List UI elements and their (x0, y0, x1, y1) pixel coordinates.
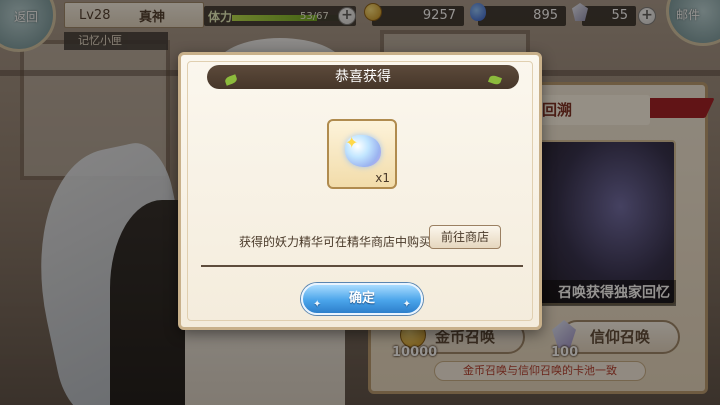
reward-item-slot[interactable]: ✦ x1 (327, 119, 397, 189)
confirm-button[interactable]: ✦ 确定 ✦ (301, 283, 423, 315)
sparkle-icon: ✦ (313, 299, 322, 310)
go-to-shop-button[interactable]: 前往商店 (429, 225, 501, 249)
reward-info-text: 获得的妖力精华可在精华商店中购买 (239, 235, 432, 249)
leaf-icon (223, 74, 239, 86)
dialog-header: 恭喜获得 (207, 65, 519, 89)
dialog-divider (201, 265, 523, 267)
sparkle-icon: ✦ (345, 133, 359, 152)
reward-dialog: 恭喜获得 ✦ x1 获得的妖力精华可在精华商店中购买 前往商店 ✦ 确定 ✦ (178, 52, 542, 330)
sparkle-icon: ✦ (402, 299, 411, 310)
confirm-label: 确定 (348, 291, 375, 306)
item-quantity: x1 (375, 171, 390, 185)
dialog-title: 恭喜获得 (335, 69, 391, 85)
leaf-icon (487, 74, 503, 86)
